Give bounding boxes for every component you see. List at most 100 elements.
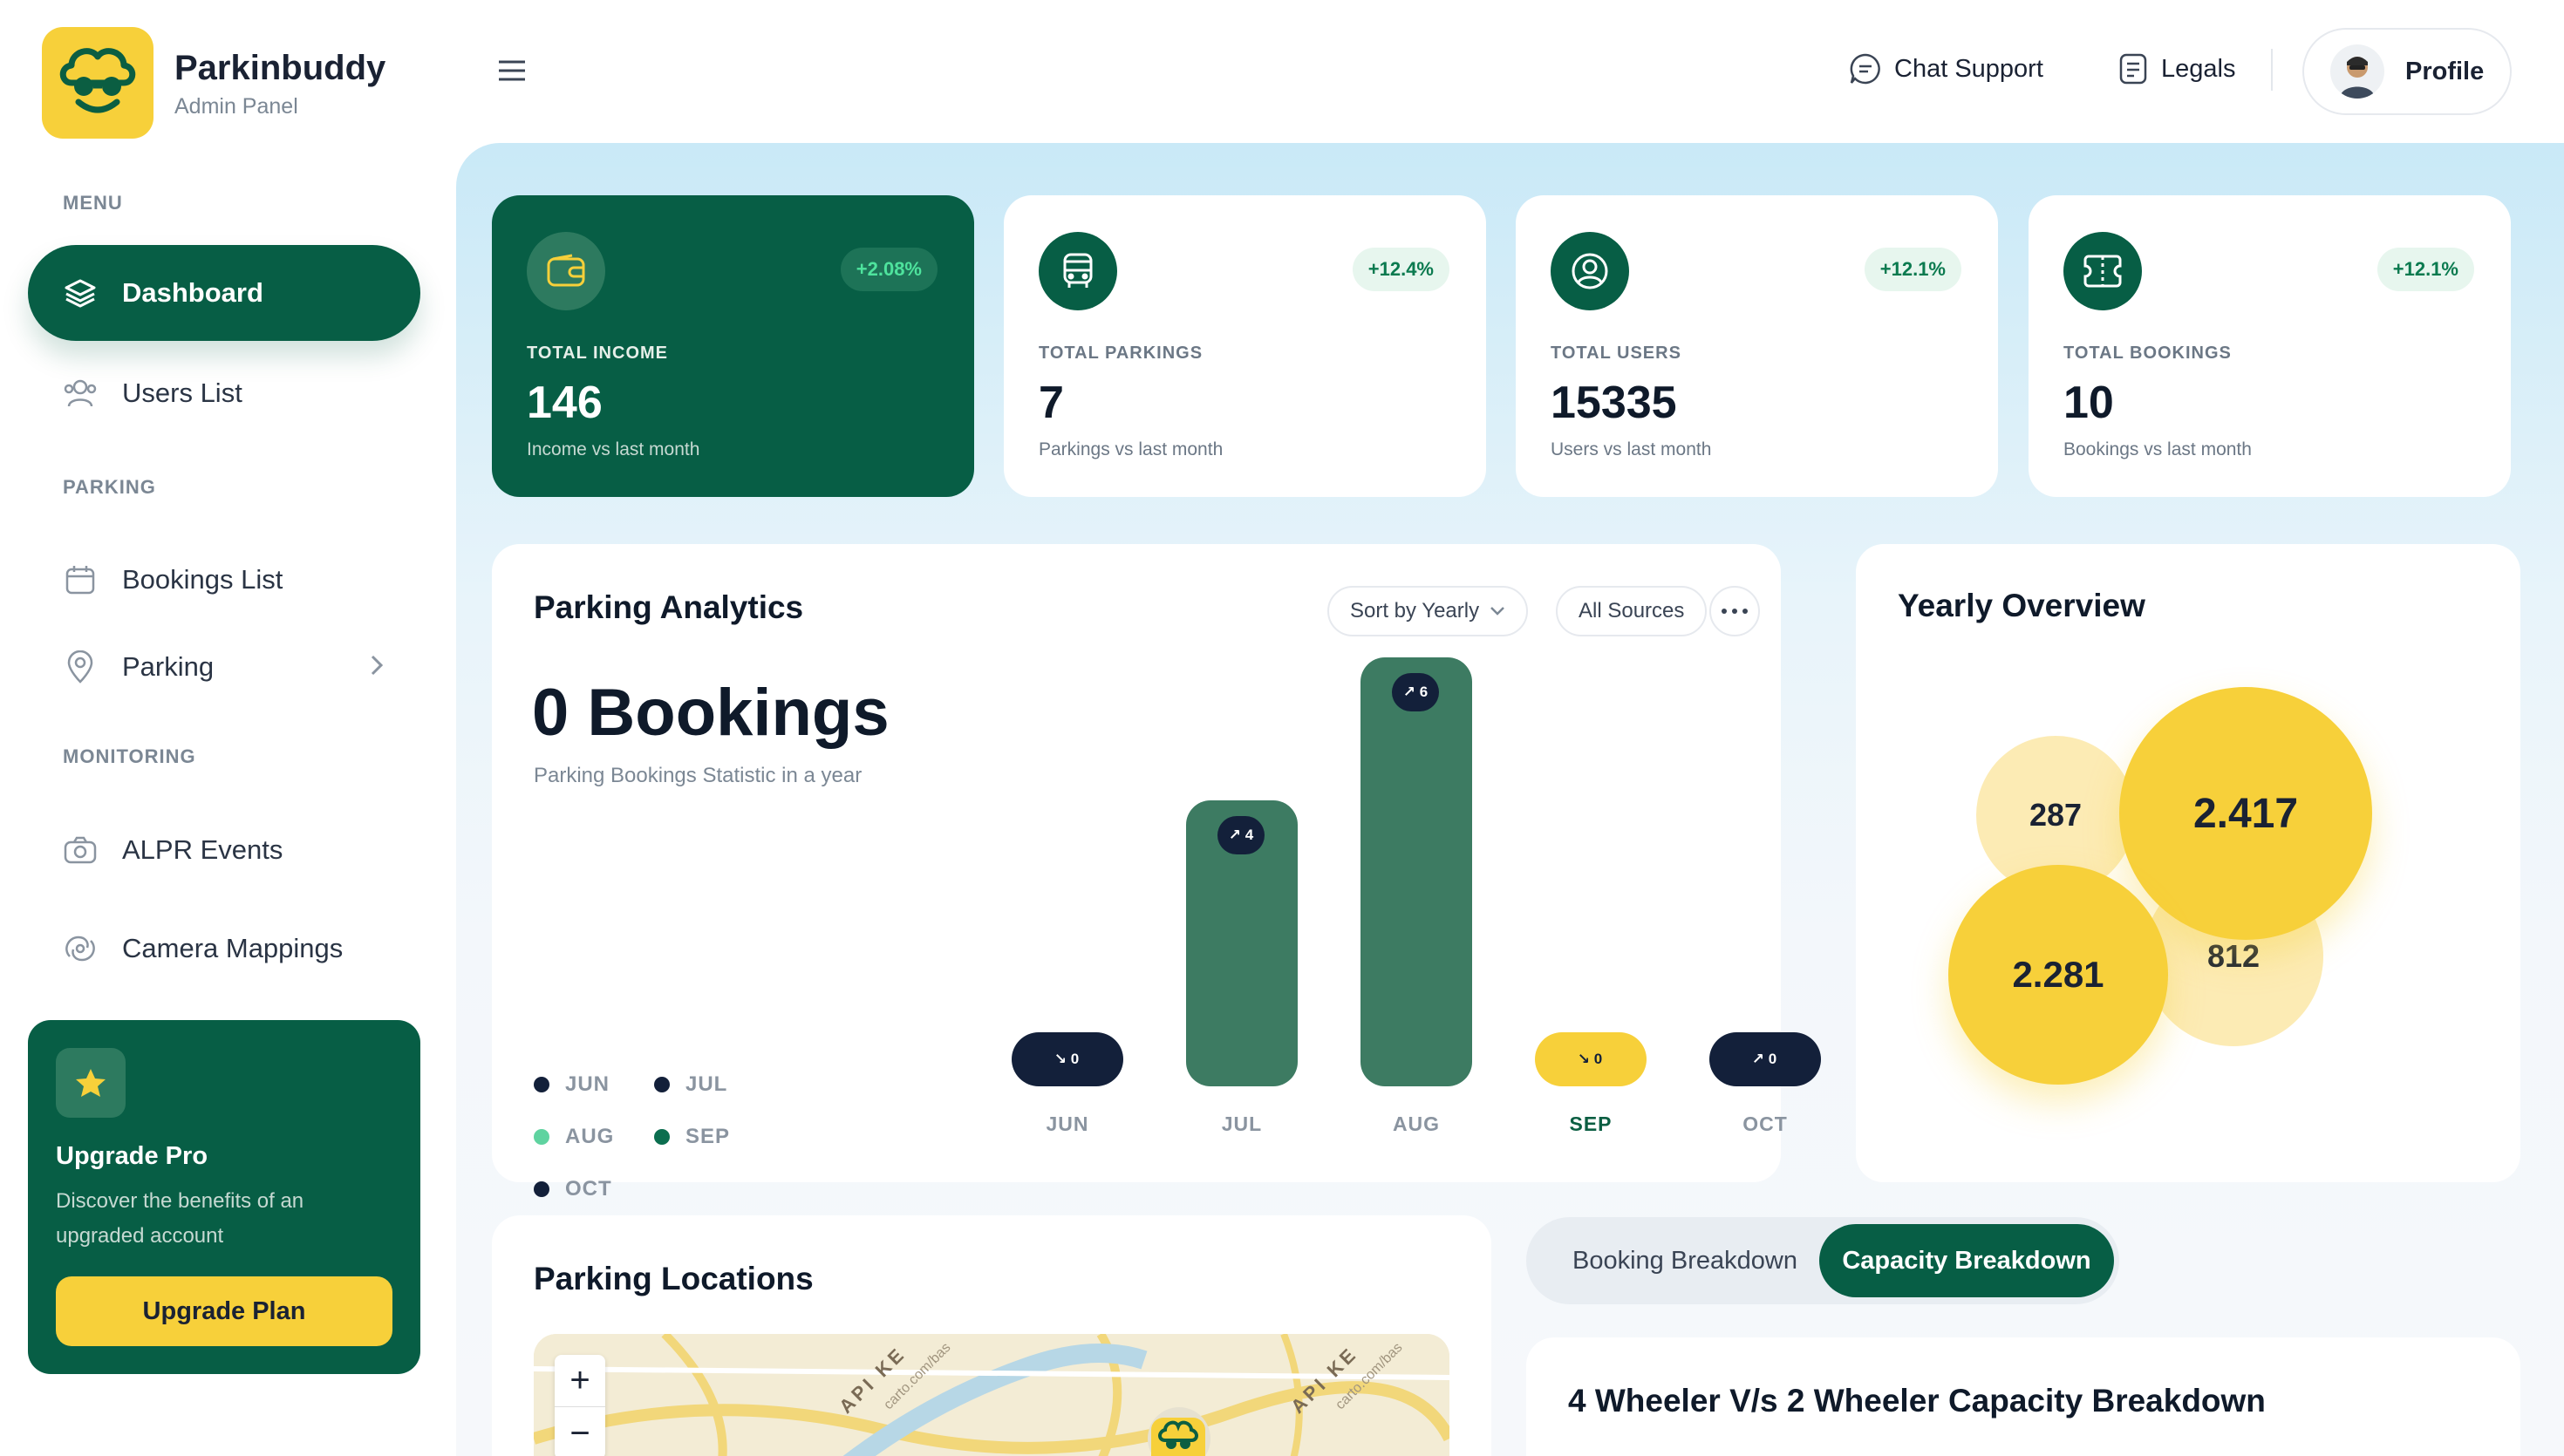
legend-label: SEP (685, 1125, 731, 1148)
stat-label: TOTAL INCOME (527, 344, 668, 363)
stat-label: TOTAL BOOKINGS (2063, 344, 2232, 363)
legend-dot (534, 1129, 549, 1145)
stat-card-total-bookings[interactable]: +12.1% TOTAL BOOKINGS 10 Bookings vs las… (2029, 195, 2511, 497)
zoom-control: + − (555, 1355, 605, 1456)
bar-label: JUN (1046, 1112, 1089, 1135)
legend-item-jul: JUL (654, 1072, 727, 1097)
legend-label: JUN (565, 1072, 610, 1096)
sidebar-item-label: Bookings List (122, 564, 283, 595)
card-title: 4 Wheeler V/s 2 Wheeler Capacity Breakdo… (1568, 1383, 2266, 1419)
bus-icon (1039, 232, 1117, 310)
sidebar-item-alpr-events[interactable]: ALPR Events (28, 802, 420, 898)
header-divider (2271, 49, 2273, 91)
analytics-subtitle: Parking Bookings Statistic in a year (534, 764, 863, 787)
card-title: Yearly Overview (1898, 588, 2145, 623)
tab-booking-breakdown[interactable]: Booking Breakdown (1537, 1224, 1833, 1297)
sidebar-item-label: ALPR Events (122, 834, 283, 865)
parking-analytics-card: Parking Analytics Sort by Yearly All Sou… (492, 544, 1821, 1201)
zoom-out-button[interactable]: − (555, 1407, 605, 1456)
legals-link[interactable]: Legals (2117, 52, 2235, 85)
breakdown-toggle: Booking Breakdown Capacity Breakdown (1526, 1217, 2119, 1304)
upgrade-description: Discover the benefits of an upgraded acc… (56, 1189, 304, 1248)
sidebar-item-camera-mappings[interactable]: Camera Mappings (28, 901, 420, 997)
parking-section-label: PARKING (63, 476, 156, 498)
document-icon (2117, 52, 2149, 85)
sidebar: Parkinbuddy Admin Panel MENU Dashboard U… (0, 0, 449, 1456)
legend-label: AUG (565, 1125, 615, 1148)
wallet-icon (527, 232, 605, 310)
chevron-right-icon[interactable] (368, 652, 385, 685)
parking-map[interactable]: API KE carto.com/bas API KE carto.com/ba… (534, 1334, 1449, 1456)
stat-subtext: Income vs last month (527, 439, 700, 459)
zoom-in-button[interactable]: + (555, 1355, 605, 1407)
change-badge: +12.1% (2376, 248, 2474, 291)
stat-value: 7 (1039, 378, 1064, 428)
menu-section-label: MENU (63, 192, 123, 214)
chat-support-label: Chat Support (1894, 54, 2043, 83)
hamburger-menu-icon[interactable] (497, 59, 527, 86)
legend-label: OCT (565, 1177, 612, 1201)
legend-dot (654, 1129, 670, 1145)
app-subtitle: Admin Panel (174, 94, 298, 119)
map-pin-icon (63, 650, 98, 684)
monitoring-section-label: MONITORING (63, 745, 196, 767)
bar-label: SEP (1569, 1112, 1613, 1135)
star-icon (56, 1048, 126, 1118)
sidebar-item-dashboard[interactable]: Dashboard (28, 245, 420, 341)
bar-value-badge: ↗ 4 (1217, 816, 1265, 854)
change-badge: +12.1% (1864, 248, 1961, 291)
bar-label: AUG (1392, 1112, 1441, 1135)
stat-label: TOTAL PARKINGS (1039, 344, 1204, 363)
upgrade-plan-button[interactable]: Upgrade Plan (56, 1276, 392, 1346)
sort-label: Sort by Yearly (1350, 599, 1480, 623)
stat-subtext: Bookings vs last month (2063, 439, 2252, 459)
sidebar-item-users-list[interactable]: Users List (28, 345, 420, 441)
profile-label: Profile (2405, 57, 2485, 85)
stat-label: TOTAL USERS (1551, 344, 1681, 363)
chat-bubble-icon (1849, 52, 1882, 85)
card-title: Parking Locations (534, 1261, 814, 1296)
bar-value-badge: ↘ 0 (1054, 1051, 1080, 1067)
sidebar-item-bookings-list[interactable]: Bookings List (28, 532, 420, 628)
map-marker-icon[interactable] (1151, 1418, 1205, 1456)
layers-icon (63, 276, 98, 310)
legend-item-oct: OCT (534, 1177, 612, 1201)
upgrade-title: Upgrade Pro (56, 1142, 208, 1170)
chat-support-link[interactable]: Chat Support (1849, 52, 2043, 85)
camera-mapping-icon (63, 931, 98, 966)
tab-capacity-breakdown[interactable]: Capacity Breakdown (1819, 1224, 2114, 1297)
legend-item-aug: AUG (534, 1125, 614, 1149)
sidebar-item-label: Dashboard (122, 277, 263, 308)
stat-subtext: Users vs last month (1551, 439, 1712, 459)
chevron-down-icon (1490, 606, 1505, 616)
sidebar-item-label: Users List (122, 378, 242, 408)
upgrade-card: Upgrade Pro Discover the benefits of an … (28, 1020, 420, 1374)
more-options-icon[interactable] (1709, 586, 1760, 636)
sources-label: All Sources (1579, 599, 1685, 623)
sort-dropdown[interactable]: Sort by Yearly (1327, 586, 1529, 636)
sources-dropdown[interactable]: All Sources (1556, 586, 1708, 636)
sidebar-item-parking[interactable]: Parking (28, 619, 420, 715)
legend-item-jun: JUN (534, 1072, 610, 1097)
stat-subtext: Parkings vs last month (1039, 439, 1224, 459)
legend-item-sep: SEP (654, 1125, 730, 1149)
total-bookings: 0 Bookings (532, 676, 890, 750)
bar-value-badge: ↘ 0 (1577, 1051, 1603, 1067)
stat-value: 15335 (1551, 378, 1677, 428)
legend-dot (654, 1077, 670, 1092)
user-circle-icon (1551, 232, 1629, 310)
app-name: Parkinbuddy (174, 49, 386, 87)
logo-icon[interactable] (42, 27, 153, 139)
legend-label: JUL (685, 1072, 728, 1096)
stat-card-total-parkings[interactable]: +12.4% TOTAL PARKINGS 7 Parkings vs last… (1004, 195, 1486, 497)
bar-aug[interactable] (1360, 657, 1472, 1086)
bar-label: OCT (1742, 1112, 1788, 1135)
camera-icon (63, 833, 98, 867)
bar-label: JUL (1221, 1112, 1263, 1135)
bubble-value: 2.281 (1948, 865, 2168, 1085)
calendar-icon (63, 562, 98, 597)
legals-label: Legals (2161, 54, 2236, 83)
stat-card-total-income[interactable]: +2.08% TOTAL INCOME 146 Income vs last m… (492, 195, 974, 497)
profile-button[interactable]: Profile (2302, 28, 2512, 115)
stat-card-total-users[interactable]: +12.1% TOTAL USERS 15335 Users vs last m… (1516, 195, 1998, 497)
